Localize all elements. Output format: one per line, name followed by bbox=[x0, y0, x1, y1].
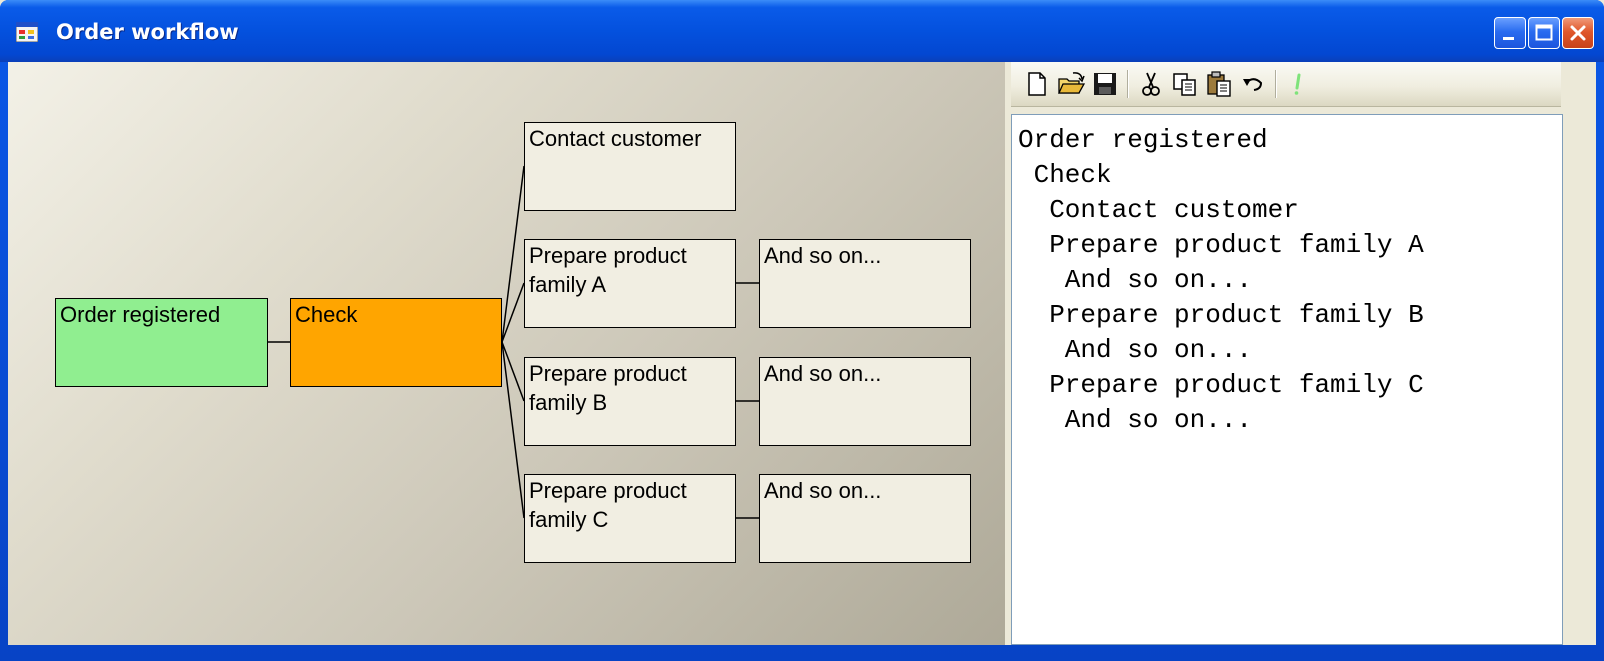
node-prepare-family-c[interactable]: Prepare product family C bbox=[524, 474, 736, 563]
node-check[interactable]: Check bbox=[290, 298, 502, 387]
node-order-registered[interactable]: Order registered bbox=[55, 298, 268, 387]
undo-icon[interactable] bbox=[1239, 70, 1267, 98]
toolbar-separator bbox=[1127, 70, 1129, 98]
maximize-icon bbox=[1535, 24, 1553, 41]
outline-line: Prepare product family C bbox=[1018, 370, 1424, 400]
open-folder-icon[interactable] bbox=[1057, 70, 1085, 98]
paste-icon[interactable] bbox=[1205, 70, 1233, 98]
node-prepare-family-a[interactable]: Prepare product family A bbox=[524, 239, 736, 328]
client-area: Order registered Check Contact customer … bbox=[8, 62, 1596, 645]
window-title: Order workflow bbox=[56, 20, 239, 44]
outline-line: Check bbox=[1018, 160, 1112, 190]
close-icon bbox=[1570, 25, 1586, 41]
outline-text-view[interactable]: Order registered Check Contact customer … bbox=[1011, 114, 1563, 645]
outline-line: Prepare product family A bbox=[1018, 230, 1424, 260]
order-workflow-window: Order workflow Order registered Check Co… bbox=[0, 0, 1604, 661]
outline-line: And so on... bbox=[1018, 335, 1253, 365]
node-prepare-family-b[interactable]: Prepare product family B bbox=[524, 357, 736, 446]
outline-line: And so on... bbox=[1018, 405, 1253, 435]
outline-pane: Order registered Check Contact customer … bbox=[1011, 62, 1596, 645]
toolbar-separator bbox=[1275, 70, 1277, 98]
outline-line: Prepare product family B bbox=[1018, 300, 1424, 330]
right-margin bbox=[1563, 114, 1596, 645]
close-button[interactable] bbox=[1562, 17, 1594, 49]
outline-line: And so on... bbox=[1018, 265, 1253, 295]
new-file-icon[interactable] bbox=[1023, 70, 1051, 98]
connector-check-prepare-c bbox=[501, 341, 525, 519]
node-and-so-on-b[interactable]: And so on... bbox=[759, 357, 971, 446]
outline-line: Contact customer bbox=[1018, 195, 1299, 225]
outline-line: Order registered bbox=[1018, 125, 1268, 155]
node-and-so-on-c[interactable]: And so on... bbox=[759, 474, 971, 563]
workflow-diagram-canvas[interactable]: Order registered Check Contact customer … bbox=[8, 62, 1005, 645]
node-and-so-on-a[interactable]: And so on... bbox=[759, 239, 971, 328]
maximize-button[interactable] bbox=[1528, 17, 1560, 49]
connector-check-contact bbox=[501, 165, 525, 343]
cut-icon[interactable] bbox=[1137, 70, 1165, 98]
title-bar[interactable]: Order workflow bbox=[0, 0, 1604, 62]
minimize-icon bbox=[1503, 37, 1514, 40]
copy-icon[interactable] bbox=[1171, 70, 1199, 98]
run-icon[interactable] bbox=[1285, 70, 1313, 98]
minimize-button[interactable] bbox=[1494, 17, 1526, 49]
node-contact-customer[interactable]: Contact customer bbox=[524, 122, 736, 211]
toolbar bbox=[1011, 62, 1561, 107]
app-window-icon bbox=[16, 22, 38, 42]
save-icon[interactable] bbox=[1091, 70, 1119, 98]
